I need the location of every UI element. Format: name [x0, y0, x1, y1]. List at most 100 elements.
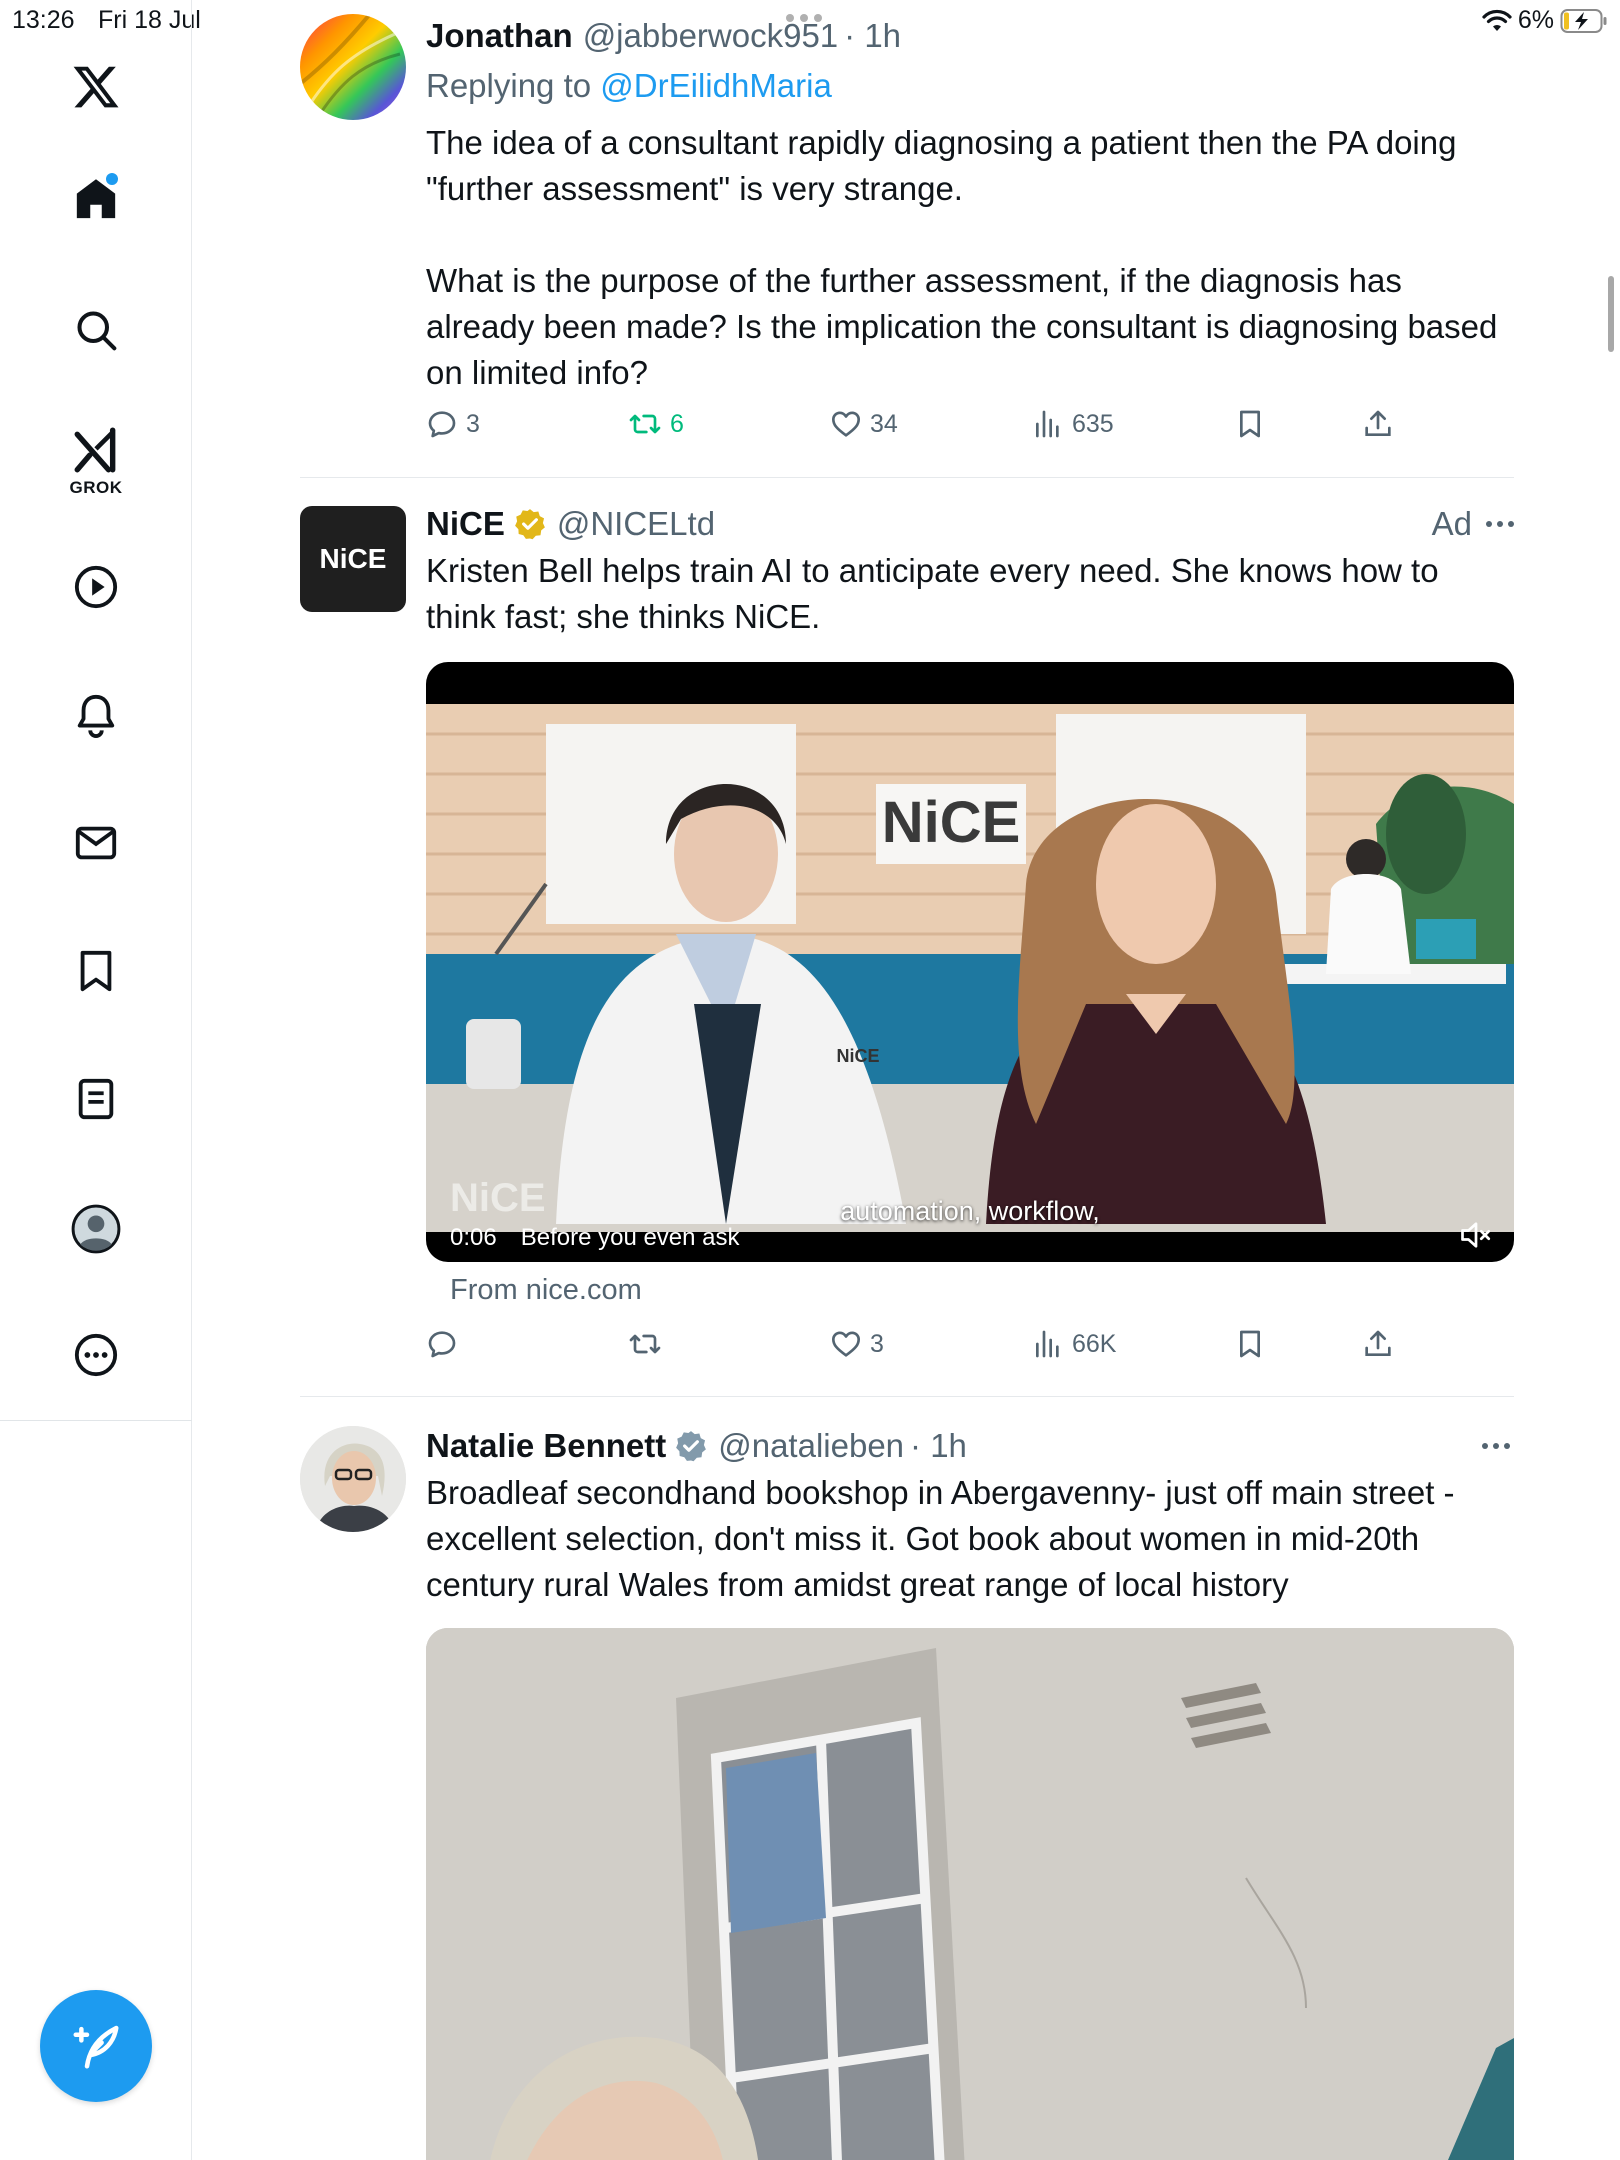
share-upload-icon: [1365, 1330, 1391, 1356]
reply-prefix: Replying to: [426, 67, 592, 104]
retweet-icon: [629, 414, 661, 434]
video-caption: automation, workflow,: [840, 1196, 1100, 1226]
sidebar-item-grok[interactable]: [0, 426, 192, 476]
avatar[interactable]: [300, 14, 406, 120]
tweet[interactable]: Natalie Bennett @natalieben · 1h Broadle…: [300, 1424, 1514, 2160]
scrollbar[interactable]: [1608, 276, 1614, 352]
nice-avatar-logo: NiCE: [319, 543, 387, 574]
sidebar-item-explore[interactable]: [0, 308, 192, 352]
views-button[interactable]: 66K: [1032, 1328, 1116, 1360]
more-options-icon[interactable]: [1486, 521, 1514, 527]
sidebar-item-messages[interactable]: [0, 820, 192, 866]
battery-percent: 6%: [1517, 6, 1554, 34]
tweet-text: Kristen Bell helps train AI to anticipat…: [426, 552, 1439, 635]
mute-button[interactable]: [1458, 1217, 1494, 1258]
author-name[interactable]: NiCE: [426, 502, 505, 546]
retweet-button[interactable]: [628, 1328, 662, 1360]
avatar[interactable]: NiCE: [300, 506, 406, 612]
profile-avatar-icon: [71, 1204, 121, 1254]
tweet-actions: 3 6 34 635: [426, 408, 1426, 448]
bell-icon: [77, 694, 115, 738]
tweet-photo[interactable]: [426, 1628, 1514, 2160]
bookshop-window-photo: [426, 1628, 1514, 2160]
share-upload-icon: [1365, 410, 1391, 436]
like-count: 3: [870, 1329, 884, 1358]
sidebar-item-lists[interactable]: [0, 1076, 192, 1122]
views-bar-chart-icon: [1036, 1330, 1059, 1358]
share-button[interactable]: [1362, 1328, 1394, 1360]
more-options-icon[interactable]: [1482, 1443, 1510, 1449]
grok-icon: [74, 427, 116, 473]
author-handle[interactable]: @NICELtd: [557, 502, 715, 546]
ad-source-link[interactable]: From nice.com: [450, 1274, 642, 1307]
sidebar-item-profile[interactable]: [0, 1204, 192, 1254]
like-count: 34: [870, 409, 898, 438]
tweet-divider: [300, 1396, 1514, 1397]
share-button[interactable]: [1362, 408, 1394, 440]
bookmark-button[interactable]: [1234, 408, 1266, 440]
x-logo-icon: [73, 66, 119, 108]
view-count: 635: [1072, 409, 1114, 438]
coat-logo-text: NiCE: [836, 1046, 879, 1066]
reply-button[interactable]: [426, 1328, 458, 1360]
author-handle[interactable]: @natalieben: [718, 1424, 904, 1468]
author-name[interactable]: Jonathan: [426, 14, 573, 58]
bookmark-icon: [1240, 410, 1260, 438]
author-name[interactable]: Natalie Bennett: [426, 1424, 666, 1468]
video-player[interactable]: NiCE NiCE NiCE automation, workflow, 0:0…: [426, 662, 1514, 1262]
tweet-text: Broadleaf secondhand bookshop in Abergav…: [426, 1474, 1455, 1603]
tweet-actions: 3 66K: [426, 1328, 1426, 1368]
author-handle[interactable]: @jabberwock951: [583, 14, 838, 58]
natalie-bennett-avatar-image: [300, 1426, 406, 1532]
heart-icon: [832, 411, 860, 437]
bookmark-icon: [1240, 1330, 1260, 1358]
tweet-time: · 1h: [910, 1427, 967, 1464]
tweet-divider: [300, 477, 1514, 478]
video-info: 0:06 Before you even ask: [450, 1224, 740, 1252]
views-button[interactable]: 635: [1032, 408, 1114, 440]
sidebar-item-home[interactable]: [0, 176, 192, 222]
compose-post-button[interactable]: [40, 1990, 152, 2102]
grok-label: GROK: [69, 478, 123, 497]
tweet-header: NiCE @NICELtd: [426, 502, 1514, 546]
verified-gold-badge-icon: [514, 509, 545, 540]
compose-quill-icon: [73, 2025, 119, 2069]
like-button[interactable]: 3: [830, 1328, 884, 1360]
more-circle-icon: [74, 1333, 118, 1377]
list-icon: [78, 1078, 114, 1120]
views-bar-chart-icon: [1036, 410, 1059, 438]
sidebar-item-bookmarks[interactable]: [0, 948, 192, 994]
ad-header-right: Ad: [1432, 502, 1514, 546]
view-count: 66K: [1072, 1329, 1117, 1358]
sidebar: GROK: [0, 0, 192, 2160]
retweet-icon: [629, 1334, 661, 1354]
tweet-ad[interactable]: NiCE NiCE @NICELtd Ad Kristen Bell helps…: [300, 502, 1514, 1372]
wall-logo-text: NiCE: [882, 790, 1021, 855]
rainbow-feather-avatar-image: [300, 14, 406, 120]
retweet-count: 6: [670, 409, 684, 438]
reply-button[interactable]: 3: [426, 408, 480, 440]
sidebar-item-more[interactable]: [0, 1332, 192, 1378]
ad-label: Ad: [1431, 505, 1472, 542]
home-unread-dot: [106, 173, 118, 185]
volume-muted-icon: [1461, 1222, 1491, 1248]
sidebar-divider: [0, 1420, 192, 1421]
avatar[interactable]: [300, 1426, 406, 1532]
sidebar-item-notifications[interactable]: [0, 692, 192, 738]
video-timestamp: 0:06: [450, 1224, 497, 1251]
sidebar-item-video[interactable]: [0, 564, 192, 610]
tweet[interactable]: Jonathan @jabberwock951 · 1h Replying to…: [300, 14, 1514, 454]
retweet-button[interactable]: 6: [628, 408, 684, 440]
bookmark-button[interactable]: [1234, 1328, 1266, 1360]
tweet-header: Jonathan @jabberwock951 · 1h: [426, 14, 1514, 58]
reply-mention-link[interactable]: @DrEilidhMaria: [600, 67, 832, 104]
like-button[interactable]: 34: [830, 408, 898, 440]
mail-icon: [75, 826, 117, 860]
battery-charging-icon: [1560, 8, 1607, 33]
search-icon: [77, 311, 117, 351]
x-logo[interactable]: [0, 62, 192, 112]
video-still-image: NiCE NiCE: [426, 704, 1514, 1232]
video-frame: NiCE NiCE: [426, 704, 1514, 1232]
play-circle-icon: [74, 565, 118, 609]
bookmark-icon: [80, 950, 112, 992]
